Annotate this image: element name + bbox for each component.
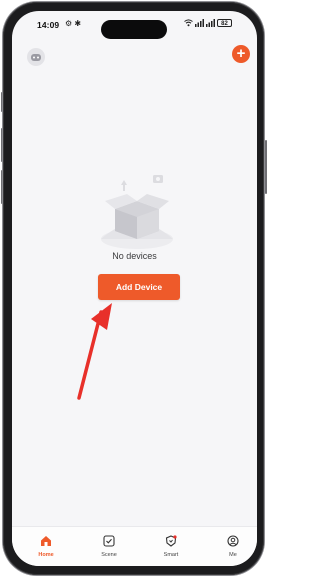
user-circle-icon: [227, 535, 239, 547]
signal-icon-1: [195, 19, 204, 27]
status-time: 14:09: [37, 20, 60, 30]
empty-box-icon: [101, 175, 173, 249]
empty-state-message: No devices: [112, 251, 157, 261]
add-device-button[interactable]: Add Device: [98, 274, 180, 300]
bottom-tab-bar: Home Scene Smart Me: [12, 526, 257, 566]
tab-scene[interactable]: Scene: [89, 535, 129, 558]
tab-home[interactable]: Home: [26, 535, 66, 558]
wifi-icon: [184, 19, 193, 27]
status-right-icons: 82: [184, 19, 232, 27]
battery-indicator: 82: [217, 19, 232, 27]
screenshot-stage: 14:09 ⚙ ✱ 82 + No devices Add Device Hom…: [0, 0, 269, 579]
checkbox-icon: [103, 535, 115, 547]
add-plus-button[interactable]: +: [232, 45, 250, 63]
robot-face-glyph: [31, 54, 41, 61]
tab-smart-label: Smart: [163, 552, 179, 558]
home-icon: [41, 536, 51, 546]
signal-icon-2: [206, 19, 215, 27]
plus-icon: +: [236, 45, 246, 62]
status-bar: 14:09 ⚙ ✱ 82: [12, 11, 257, 39]
tab-me[interactable]: Me: [213, 535, 253, 558]
app-screen: 14:09 ⚙ ✱ 82 + No devices Add Device Hom…: [12, 11, 257, 566]
tab-home-label: Home: [38, 552, 54, 558]
tab-scene-label: Scene: [101, 552, 117, 558]
tab-me-label: Me: [229, 552, 237, 558]
dynamic-island: [101, 20, 167, 39]
smart-shield-icon: [165, 535, 177, 547]
status-notification-icons: ⚙ ✱: [65, 19, 82, 28]
robot-face-icon[interactable]: [27, 48, 45, 66]
power-button: [265, 140, 267, 194]
tab-smart[interactable]: Smart: [151, 535, 191, 558]
